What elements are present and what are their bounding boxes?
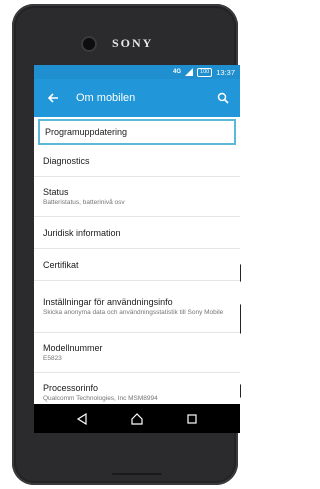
item-sublabel: Skicka anonyma data och användningsstati… <box>43 308 224 316</box>
arrow-left-icon <box>47 93 58 103</box>
list-item-status[interactable]: Status Batteristatus, batterinivå osv <box>34 177 240 217</box>
app-bar: Om mobilen <box>34 79 240 117</box>
item-sublabel: Qualcomm Technologies, Inc MSM8994 <box>43 394 158 402</box>
nav-home-button[interactable] <box>127 409 147 429</box>
list-item-programuppdatering[interactable]: Programuppdatering <box>38 119 236 145</box>
item-label: Inställningar för användningsinfo <box>43 296 173 307</box>
nav-recents-button[interactable] <box>182 409 202 429</box>
brand-logo: SONY <box>112 36 154 50</box>
search-button[interactable] <box>214 89 232 107</box>
screen: 4G 100 13:37 Om mobilen Programuppdateri… <box>34 65 240 433</box>
item-label: Processorinfo <box>43 382 99 393</box>
list-item-diagnostics[interactable]: Diagnostics <box>34 145 240 177</box>
battery-icon: 100 <box>197 67 213 77</box>
settings-list: Programuppdatering Diagnostics Status Ba… <box>34 119 240 413</box>
bottom-speaker <box>112 473 162 475</box>
list-item-certifikat[interactable]: Certifikat <box>34 249 240 281</box>
item-label: Programuppdatering <box>45 127 128 137</box>
list-item-modellnummer[interactable]: Modellnummer E5823 <box>34 333 240 373</box>
clock: 13:37 <box>216 67 235 77</box>
home-icon <box>131 412 143 425</box>
back-button[interactable] <box>42 87 64 109</box>
status-bar: 4G 100 13:37 <box>34 65 240 79</box>
item-label: Juridisk information <box>43 227 121 238</box>
network-indicator: 4G <box>173 69 182 75</box>
item-label: Diagnostics <box>43 155 90 166</box>
navigation-bar <box>34 404 240 433</box>
phone-frame: SONY 4G 100 13:37 Om mobilen Programuppd… <box>12 4 241 485</box>
search-icon <box>217 92 229 104</box>
item-sublabel: E5823 <box>43 354 62 362</box>
item-label: Modellnummer <box>43 342 103 353</box>
signal-icon <box>185 68 194 76</box>
item-sublabel: Batteristatus, batterinivå osv <box>43 198 125 206</box>
page-title: Om mobilen <box>76 92 136 104</box>
item-label: Certifikat <box>43 259 79 270</box>
nav-back-button[interactable] <box>72 409 92 429</box>
triangle-back-icon <box>76 412 87 425</box>
list-item-juridisk[interactable]: Juridisk information <box>34 217 240 249</box>
list-item-anvandningsinfo[interactable]: Inställningar för användningsinfo Skicka… <box>34 281 240 333</box>
front-camera <box>83 38 95 50</box>
square-recents-icon <box>187 413 197 424</box>
item-label: Status <box>43 186 69 197</box>
